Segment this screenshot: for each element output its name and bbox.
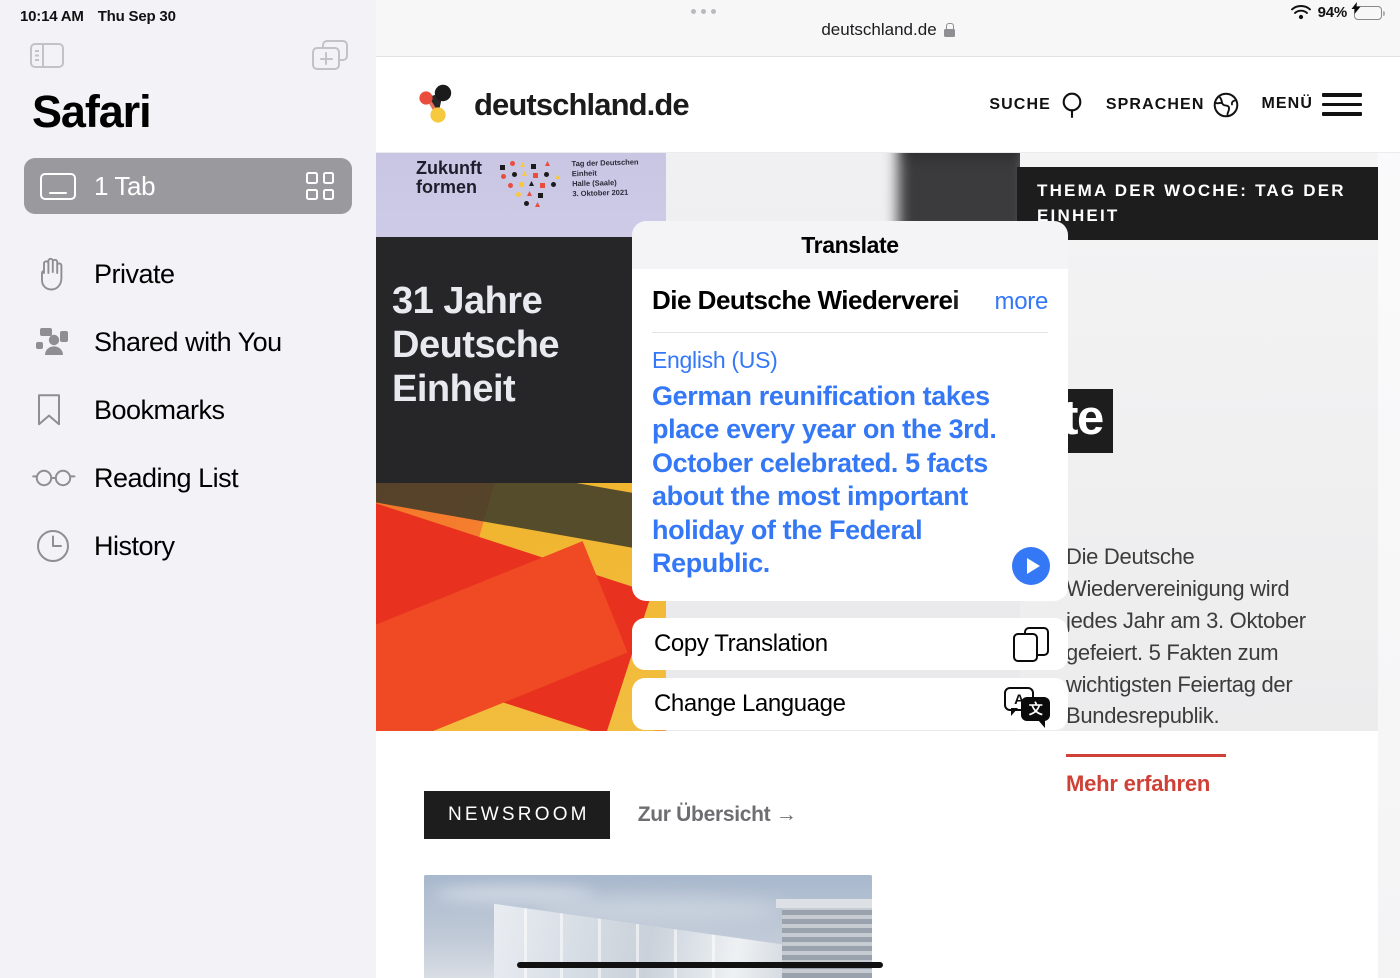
sidebar-item-label: Bookmarks (94, 394, 225, 425)
sidebar-item-label: Reading List (94, 462, 239, 493)
translated-text: German reunification takes place every y… (652, 381, 997, 579)
nav-label: SPRACHEN (1105, 95, 1205, 113)
home-indicator (517, 962, 883, 968)
newsroom-badge: NEWSROOM (424, 791, 610, 839)
status-date: Thu Sep 30 (97, 7, 176, 25)
deutschland-dots-logo (416, 84, 460, 126)
safari-sidebar: 10:14 AM Thu Sep 30 Safari 1 Tab Private… (0, 0, 376, 978)
translate-popup-body: Die Deutsche Wiederverei more English (U… (632, 269, 1068, 601)
mehr-erfahren-link[interactable]: Mehr erfahren (1066, 771, 1210, 796)
site-header: deutschland.de SUCHE SPRACHEN MENÜ (376, 57, 1400, 153)
nav-label: SUCHE (989, 95, 1051, 113)
more-button[interactable]: more (995, 288, 1048, 316)
translate-popup-title: Translate (632, 221, 1068, 269)
play-audio-icon[interactable] (1012, 546, 1050, 585)
sidebar-item-reading-list[interactable]: Reading List (0, 444, 376, 512)
teaser-divider (1066, 754, 1226, 758)
hand-raised-icon (36, 256, 76, 292)
search-icon (1060, 91, 1084, 119)
shared-with-you-icon (36, 327, 76, 357)
banner-headline-line3: Einheit (392, 368, 516, 411)
tab-grid-icon[interactable] (306, 172, 334, 200)
sidebar-toolbar (0, 26, 376, 74)
sidebar-item-private[interactable]: Private (0, 240, 376, 308)
change-language-button[interactable]: Change Language A 文 (632, 677, 1068, 730)
hero-banner-photo: Zukunft formen Tag der Deutschen Einheit… (376, 153, 666, 731)
tab-screen-icon (40, 172, 76, 200)
three-dots-icon[interactable] (691, 9, 716, 14)
popup-divider (652, 332, 1048, 333)
copy-translation-button[interactable]: Copy Translation (632, 617, 1068, 670)
nav-label: MENÜ (1261, 95, 1313, 113)
sidebar-list: Private Shared with You Bookmarks Readin… (0, 214, 376, 580)
globe-icon (1213, 92, 1239, 118)
brand-name: deutschland.de (474, 86, 690, 122)
translate-popup-actions: Copy Translation Change Language A 文 (632, 617, 1068, 730)
url-text: deutschland.de (821, 19, 937, 39)
sidebar-item-shared-with-you[interactable]: Shared with You (0, 308, 376, 376)
lock-icon (943, 22, 955, 37)
browser-toolbar: deutschland.de 94% (376, 0, 1400, 57)
banner-zukunft-line1: Zukunft (416, 158, 482, 178)
banner-meta-line1: Tag der Deutschen Einheit (571, 157, 639, 179)
status-time: 10:14 AM (20, 7, 84, 25)
tab-count-label: 1 Tab (94, 170, 156, 201)
banner-zukunft-line2: formen (416, 176, 478, 197)
copy-icon (1012, 626, 1050, 662)
wifi-icon (1290, 5, 1311, 20)
nav-item-sprachen[interactable]: SPRACHEN (1106, 92, 1240, 118)
hero-teaser-block: Die Deutsche Wiedervereinigung wird jede… (1066, 541, 1346, 797)
sidebar-item-history[interactable]: History (0, 512, 376, 580)
page-right-gutter (1378, 96, 1400, 978)
copy-translation-label: Copy Translation (654, 629, 828, 657)
sidebar-item-bookmarks[interactable]: Bookmarks (0, 376, 376, 444)
banner-meta-line3: 3. Oktober 2021 (572, 188, 629, 199)
battery-charging-icon (1351, 1, 1386, 20)
banner-dot-pattern (498, 159, 566, 213)
flag-graphic (376, 483, 666, 731)
source-text-row: Die Deutsche Wiederverei more (652, 285, 1048, 316)
hamburger-menu-icon[interactable] (1322, 93, 1362, 116)
change-language-icon: A 文 (1004, 686, 1050, 728)
source-text: Die Deutsche Wiederverei (652, 285, 960, 315)
target-language-label[interactable]: English (US) (652, 347, 1048, 374)
sidebar-toggle-icon[interactable] (30, 42, 64, 68)
status-bar-right: 94% (1290, 1, 1386, 21)
clock-icon (36, 529, 76, 563)
battery-percent: 94% (1317, 4, 1348, 21)
sidebar-item-label: History (94, 530, 175, 561)
newsroom-overview-link[interactable]: Zur Übersicht → (638, 803, 797, 827)
banner-headline-line2: Deutsche (392, 324, 560, 367)
sidebar-item-label: Private (94, 258, 175, 289)
ipad-safari-screen: 10:14 AM Thu Sep 30 Safari 1 Tab Private… (0, 0, 1400, 978)
nav-item-suche[interactable]: SUCHE (989, 91, 1084, 119)
change-language-label: Change Language (654, 689, 846, 717)
new-tab-icon[interactable] (312, 40, 348, 70)
glasses-icon (32, 467, 76, 489)
site-nav: SUCHE SPRACHEN MENÜ (989, 91, 1362, 119)
kicker-badge: THEMA DER WOCHE: TAG DER EINHEIT (1017, 167, 1400, 241)
address-bar[interactable]: deutschland.de (821, 19, 955, 40)
sidebar-item-tabs[interactable]: 1 Tab (24, 158, 352, 214)
bookmark-icon (36, 393, 76, 427)
banner-headline-line1: 31 Jahre (392, 280, 543, 322)
site-brand[interactable]: deutschland.de (416, 84, 690, 126)
hero-teaser-text: Die Deutsche Wiedervereinigung wird jede… (1066, 544, 1306, 729)
page-title: Safari (32, 86, 152, 137)
translate-popup: Translate Die Deutsche Wiederverei more … (632, 221, 1068, 730)
status-bar-left: 10:14 AM Thu Sep 30 (0, 0, 376, 26)
sidebar-item-label: Shared with You (94, 326, 282, 357)
hero-text-panel: THEMA DER WOCHE: TAG DER EINHEIT ichtigs… (904, 153, 1400, 796)
nav-item-menu[interactable]: MENÜ (1261, 93, 1362, 116)
